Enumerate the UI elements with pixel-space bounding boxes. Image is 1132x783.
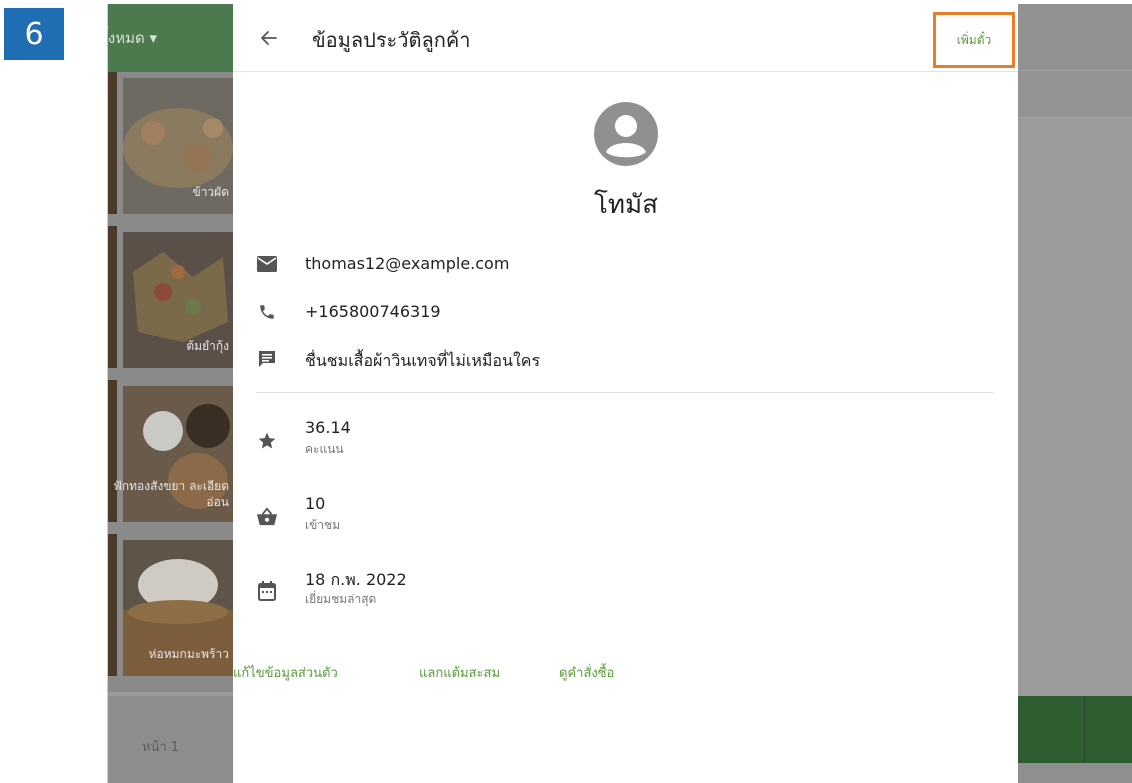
points-label: คะแนน [305,442,344,456]
points-row: 36.14 คะแนน [233,416,1018,468]
back-button[interactable] [255,24,283,52]
menu-card: ข้าวผัด [108,72,233,220]
view-orders-link[interactable]: ดูคำสั่งซื้อ [559,662,614,683]
app-screen: ทั้งหมด ▾ ข้าวผัด ต้มยำกุ้ง [107,4,1132,783]
menu-card-label: ฟักทองสังขยา ละเอียดอ่อน [113,479,229,509]
phone-row: +165800746319 [233,292,1018,332]
visits-label: เข้าชม [305,518,341,532]
points-value: 36.14 [305,418,351,437]
divider [256,392,994,393]
background-menu-list: ข้าวผัด ต้มยำกุ้ง ฟักทองสังขยา ละเอียดอ่… [108,72,233,692]
panel-header: ข้อมูลประวัติลูกค้า เพิ่มตั๋ว [233,4,1018,72]
menu-card-label: ห่อหมกมะพร้าว [148,647,229,661]
menu-card: ต้มยำกุ้ง [108,226,233,374]
page-label: หน้า 1 [142,740,180,755]
menu-card-label: ข้าวผัด [192,185,229,199]
menu-card: ฟักทองสังขยา ละเอียดอ่อน [108,380,233,528]
last-visit-row: 18 ก.พ. 2022 เยี่ยมชมล่าสุด [233,566,1018,618]
redeem-points-link[interactable]: แลกแต้มสะสม [419,662,500,683]
email-row: thomas12@example.com [233,244,1018,284]
background-right-body [1018,118,1132,696]
note-row: ชื่นชมเสื้อผ้าวินเทจที่ไม่เหมือนใคร [233,339,1018,379]
menu-card-label: ต้มยำกุ้ง [186,339,229,353]
phone-value: +165800746319 [305,302,441,321]
email-value: thomas12@example.com [305,254,510,273]
phone-icon [256,301,278,323]
page-title: ข้อมูลประวัติลูกค้า [312,28,471,52]
customer-name: โทมัส [593,190,659,220]
visits-row: 10 เข้าชม [233,492,1018,544]
menu-card: ห่อหมกมะพร้าว [108,534,233,682]
basket-icon [256,506,278,528]
star-icon [256,430,278,452]
email-icon [256,253,278,275]
add-ticket-button[interactable]: เพิ่มตั๋ว [933,12,1015,68]
background-pagination: หน้า 1 [108,696,233,783]
comment-icon [256,348,278,370]
note-value: ชื่นชมเสื้อผ้าวินเทจที่ไม่เหมือนใคร [305,351,541,370]
calendar-icon [256,580,278,602]
background-right-footer [1018,696,1132,763]
customer-profile-panel: ข้อมูลประวัติลูกค้า เพิ่มตั๋ว โทมัส thom… [233,4,1018,783]
avatar-icon [594,102,658,166]
arrow-left-icon [261,31,277,45]
visits-value: 10 [305,494,326,513]
background-category-bar: ทั้งหมด ▾ [108,4,233,72]
background-right-band [1018,70,1132,118]
background-right-header [1018,4,1132,70]
step-number-badge: 6 [4,8,64,60]
background-category-dropdown: ทั้งหมด ▾ [107,29,158,47]
last-visit-label: เยี่ยมชมล่าสุด [305,592,377,606]
edit-profile-link[interactable]: แก้ไขข้อมูลส่วนตัว [233,662,338,683]
